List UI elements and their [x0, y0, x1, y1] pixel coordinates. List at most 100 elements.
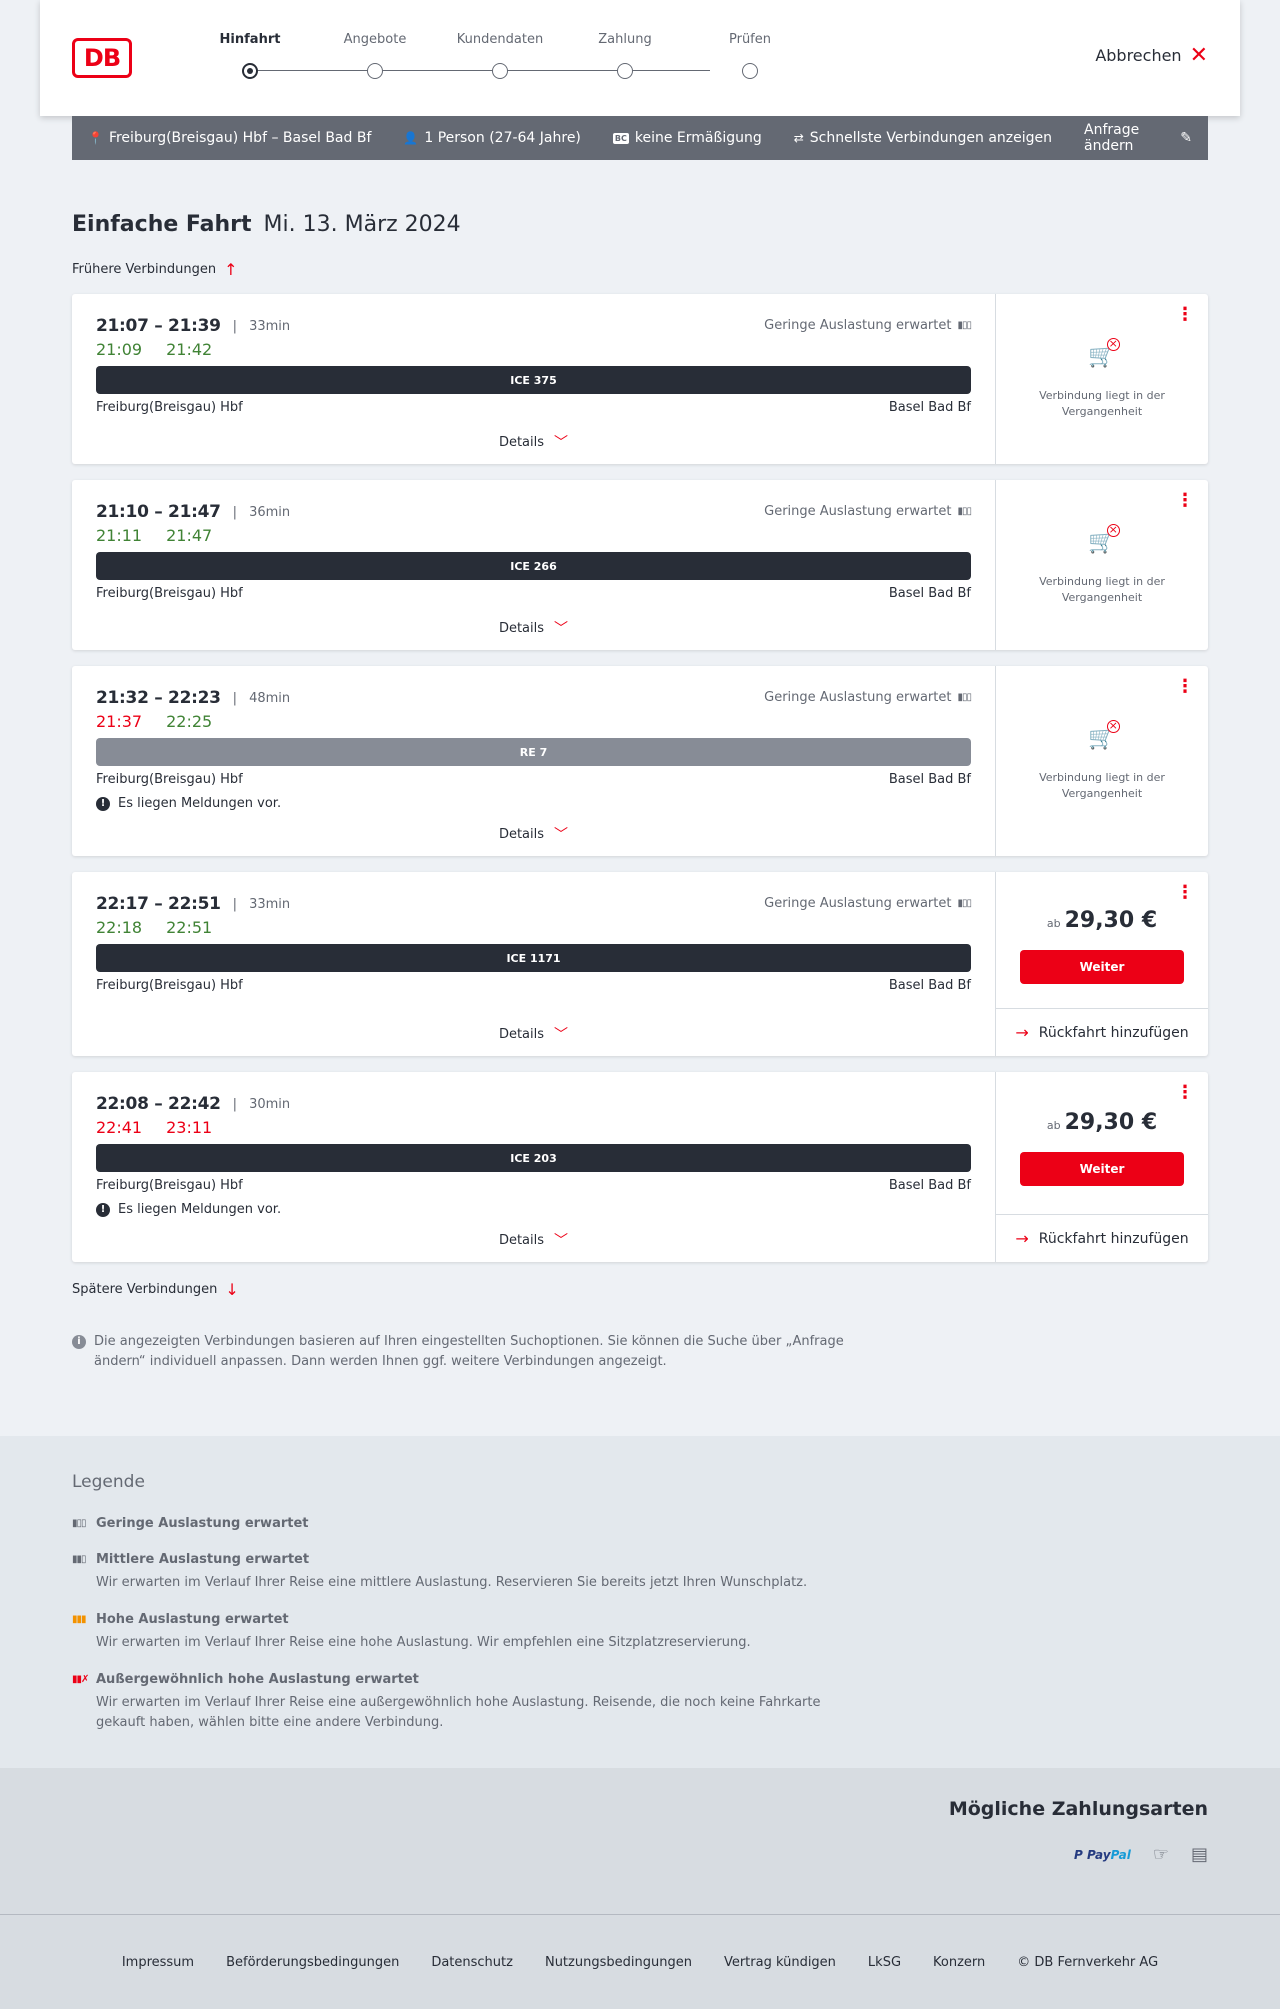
stations: Freiburg(Breisgau) Hbf Basel Bad Bf [96, 978, 971, 993]
occupancy-text: Geringe Auslastung erwartet [764, 896, 952, 911]
duration: 36min [249, 504, 291, 520]
realtime-departure: 22:18 [96, 918, 143, 937]
footer-link-nutzungsbedingungen[interactable]: Nutzungsbedingungen [545, 1955, 692, 1970]
more-options-icon[interactable]: ⋮ [1176, 678, 1194, 696]
footer-link-befoerderungsbedingungen[interactable]: Beförderungsbedingungen [226, 1955, 399, 1970]
details-toggle[interactable]: Details ﹀ [72, 1024, 995, 1044]
page-title: Einfache Fahrt Mi. 13. März 2024 [72, 212, 461, 237]
legend-item-title: Geringe Auslastung erwartet [96, 1516, 309, 1531]
travellers-text: 1 Person (27-64 Jahre) [424, 130, 581, 146]
cart-unavailable-icon: 🛒 [996, 720, 1208, 751]
legend-section: Legende ▮▯▯ Geringe Auslastung erwartet ▮… [0, 1436, 1280, 1768]
train-bar: ICE 266 [96, 552, 971, 580]
return-label: Rückfahrt hinzufügen [1038, 1024, 1189, 1041]
planned-times: 21:07 – 21:39 [96, 316, 221, 336]
planned-times: 21:10 – 21:47 [96, 502, 221, 522]
footer-link-datenschutz[interactable]: Datenschutz [431, 1955, 513, 1970]
more-options-icon[interactable]: ⋮ [1176, 492, 1194, 510]
chevron-down-icon: ﹀ [554, 435, 569, 451]
stations: Freiburg(Breisgau) Hbf Basel Bad Bf [96, 1178, 971, 1193]
continue-button[interactable]: Weiter [1020, 1152, 1184, 1186]
step-label: Hinfahrt [219, 32, 281, 47]
step-zahlung: Zahlung [575, 32, 675, 79]
realtime-departure: 21:11 [96, 526, 143, 545]
step-pruefen: Prüfen [700, 32, 800, 79]
close-icon: ✕ [1189, 42, 1208, 68]
destination-station: Basel Bad Bf [888, 1178, 971, 1193]
edit-search-button[interactable]: Anfrage ändern ✎ [1084, 122, 1192, 154]
connection-info[interactable]: 21:32 – 22:23 | 48min 21:37 22:25 Gering… [72, 666, 995, 856]
separator: | [232, 504, 238, 520]
realtime-departure: 21:37 [96, 712, 143, 731]
db-logo[interactable]: DB [72, 38, 132, 78]
train-bar: RE 7 [96, 738, 971, 766]
step-label: Prüfen [728, 32, 771, 47]
details-label: Details [498, 1026, 545, 1042]
more-options-icon[interactable]: ⋮ [1176, 884, 1194, 902]
summary-option: ⇄ Schnellste Verbindungen anzeigen [794, 130, 1052, 146]
disruption-text: Es liegen Meldungen vor. [118, 1202, 282, 1217]
legend-item-description: Wir erwarten im Verlauf Ihrer Reise eine… [96, 1695, 821, 1730]
footer-link-konzern[interactable]: Konzern [933, 1955, 985, 1970]
realtime-arrival: 22:25 [166, 712, 213, 731]
trip-date: Mi. 13. März 2024 [263, 212, 461, 237]
realtime-times: 21:09 21:42 [96, 340, 212, 359]
details-label: Details [498, 1232, 545, 1248]
details-toggle[interactable]: Details ﹀ [72, 1230, 995, 1250]
info-icon: i [72, 1335, 86, 1349]
stations: Freiburg(Breisgau) Hbf Basel Bad Bf [96, 586, 971, 601]
location-pin-icon: 📍 [88, 131, 103, 145]
chevron-down-icon: ﹀ [554, 1027, 569, 1043]
duration: 33min [249, 318, 291, 334]
earlier-connections-link[interactable]: Frühere Verbindungen ↑ [72, 260, 238, 279]
offer-panel: ⋮ ab 29,30 € Weiter → Rückfahrt hinzufüg… [995, 872, 1208, 1056]
realtime-arrival: 21:47 [166, 526, 213, 545]
edit-search-label: Anfrage ändern [1084, 122, 1140, 154]
footer-copyright[interactable]: © DB Fernverkehr AG [1017, 1955, 1158, 1970]
cart-unavailable-icon: 🛒 [996, 524, 1208, 555]
connection-info[interactable]: 22:17 – 22:51 | 33min 22:18 22:51 Gering… [72, 872, 995, 1056]
connection-times: 22:08 – 22:42 | 30min [96, 1094, 290, 1114]
chevron-down-icon: ﹀ [554, 827, 569, 843]
legend-title: Legende [72, 1472, 145, 1492]
trip-type: Einfache Fahrt [72, 212, 252, 237]
chevron-down-icon: ﹀ [554, 621, 569, 637]
occupancy-low-icon: ▮▯▯ [957, 320, 971, 331]
details-toggle[interactable]: Details ﹀ [72, 432, 995, 452]
occupancy-medium-icon: ▮▮▯ [72, 1554, 87, 1565]
offer-panel: ⋮ ab 29,30 € Weiter → Rückfahrt hinzufüg… [995, 1072, 1208, 1262]
occupancy-exceptional-icon: ▮▮✗ [72, 1674, 89, 1685]
footer-link-vertrag-kuendigen[interactable]: Vertrag kündigen [724, 1955, 836, 1970]
connection-card: 21:10 – 21:47 | 36min 21:11 21:47 Gering… [72, 480, 1208, 650]
connection-info[interactable]: 22:08 – 22:42 | 30min 22:41 23:11 ICE 20… [72, 1072, 995, 1262]
continue-button[interactable]: Weiter [1020, 950, 1184, 984]
more-options-icon[interactable]: ⋮ [1176, 1084, 1194, 1102]
destination-station: Basel Bad Bf [888, 978, 971, 993]
past-connection-text: Verbindung liegt in der Vergangenheit [1039, 389, 1165, 418]
search-summary-bar: 📍 Freiburg(Breisgau) Hbf – Basel Bad Bf … [72, 116, 1208, 160]
destination-station: Basel Bad Bf [888, 400, 971, 415]
details-label: Details [498, 826, 545, 842]
info-text: Die angezeigten Verbindungen basieren au… [94, 1334, 844, 1369]
legend-item-title: Mittlere Auslastung erwartet [96, 1552, 310, 1567]
progress-steps: Hinfahrt Angebote Kundendaten Zahlung Pr… [210, 32, 771, 82]
connection-card: 21:07 – 21:39 | 33min 21:09 21:42 Gering… [72, 294, 1208, 464]
swap-arrows-icon: ⇄ [793, 131, 804, 145]
footer-link-lksg[interactable]: LkSG [868, 1955, 901, 1970]
connection-info[interactable]: 21:07 – 21:39 | 33min 21:09 21:42 Gering… [72, 294, 995, 464]
connection-info[interactable]: 21:10 – 21:47 | 36min 21:11 21:47 Gering… [72, 480, 995, 650]
add-return-trip-button[interactable]: → Rückfahrt hinzufügen [996, 1008, 1208, 1056]
disruption-text: Es liegen Meldungen vor. [118, 796, 282, 811]
details-toggle[interactable]: Details ﹀ [72, 824, 995, 844]
realtime-departure: 21:09 [96, 340, 143, 359]
details-toggle[interactable]: Details ﹀ [72, 618, 995, 638]
later-connections-link[interactable]: Spätere Verbindungen ↓ [72, 1280, 239, 1299]
payment-methods: Mögliche Zahlungsarten P PayPal ☞ ▤ [0, 1768, 1280, 1914]
add-return-trip-button[interactable]: → Rückfahrt hinzufügen [996, 1214, 1208, 1262]
details-label: Details [498, 620, 545, 636]
more-options-icon[interactable]: ⋮ [1176, 306, 1194, 324]
legend-item: ▮▮✗ Außergewöhnlich hohe Auslastung erwar… [72, 1672, 872, 1733]
price-prefix: ab [1046, 1119, 1061, 1132]
cancel-button[interactable]: Abbrechen ✕ [1095, 42, 1208, 68]
footer-link-impressum[interactable]: Impressum [122, 1955, 194, 1970]
